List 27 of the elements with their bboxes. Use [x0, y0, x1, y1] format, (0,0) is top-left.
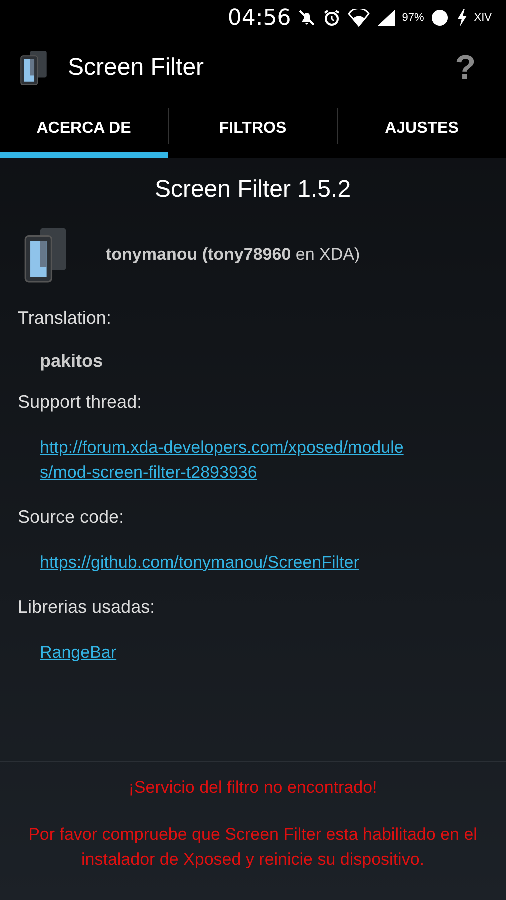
warning-message: Por favor compruebe que Screen Filter esta habilitado en el instalador de Xposed y reinicie su dispositivo. [28, 824, 478, 871]
section-heading: Librerias usadas: [18, 597, 156, 618]
warning-title: ¡Servicio del filtro no encontrado! [128, 778, 378, 798]
tab[interactable]: ACERCA DE [0, 100, 168, 158]
battery-percent: 97% [402, 12, 424, 24]
wifi-icon [348, 9, 370, 27]
about-title: Screen Filter 1.5.2 [154, 176, 352, 204]
app-icon [20, 50, 48, 86]
carrier-label: XIV [474, 12, 492, 24]
link[interactable]: https://github.com/tonymanou/ScreenFilter [40, 550, 412, 575]
battery-icon [431, 9, 450, 27]
tab[interactable]: FILTROS [169, 100, 337, 158]
author-text: tonymanou (tony78960 en XDA) [106, 245, 360, 265]
link[interactable]: RangeBar [40, 640, 117, 665]
help-button[interactable]: ? [445, 48, 486, 88]
contributor-name: pakitos [40, 351, 104, 372]
signal-icon [377, 9, 396, 27]
charging-bolt-icon [456, 9, 468, 27]
alarm-clock-icon [323, 9, 342, 27]
app-title: Screen Filter [68, 54, 206, 82]
tab[interactable]: AJUSTES [338, 100, 506, 158]
muted-bell-icon [298, 9, 316, 27]
section-heading: Support thread: [18, 392, 144, 413]
section-heading: Translation: [18, 308, 112, 329]
link[interactable]: http://forum.xda-developers.com/xposed/modules/mod-screen-filter-t2893936 [40, 435, 412, 485]
section-heading: Source code: [18, 507, 126, 528]
clock-time: 04:56 [228, 6, 292, 30]
